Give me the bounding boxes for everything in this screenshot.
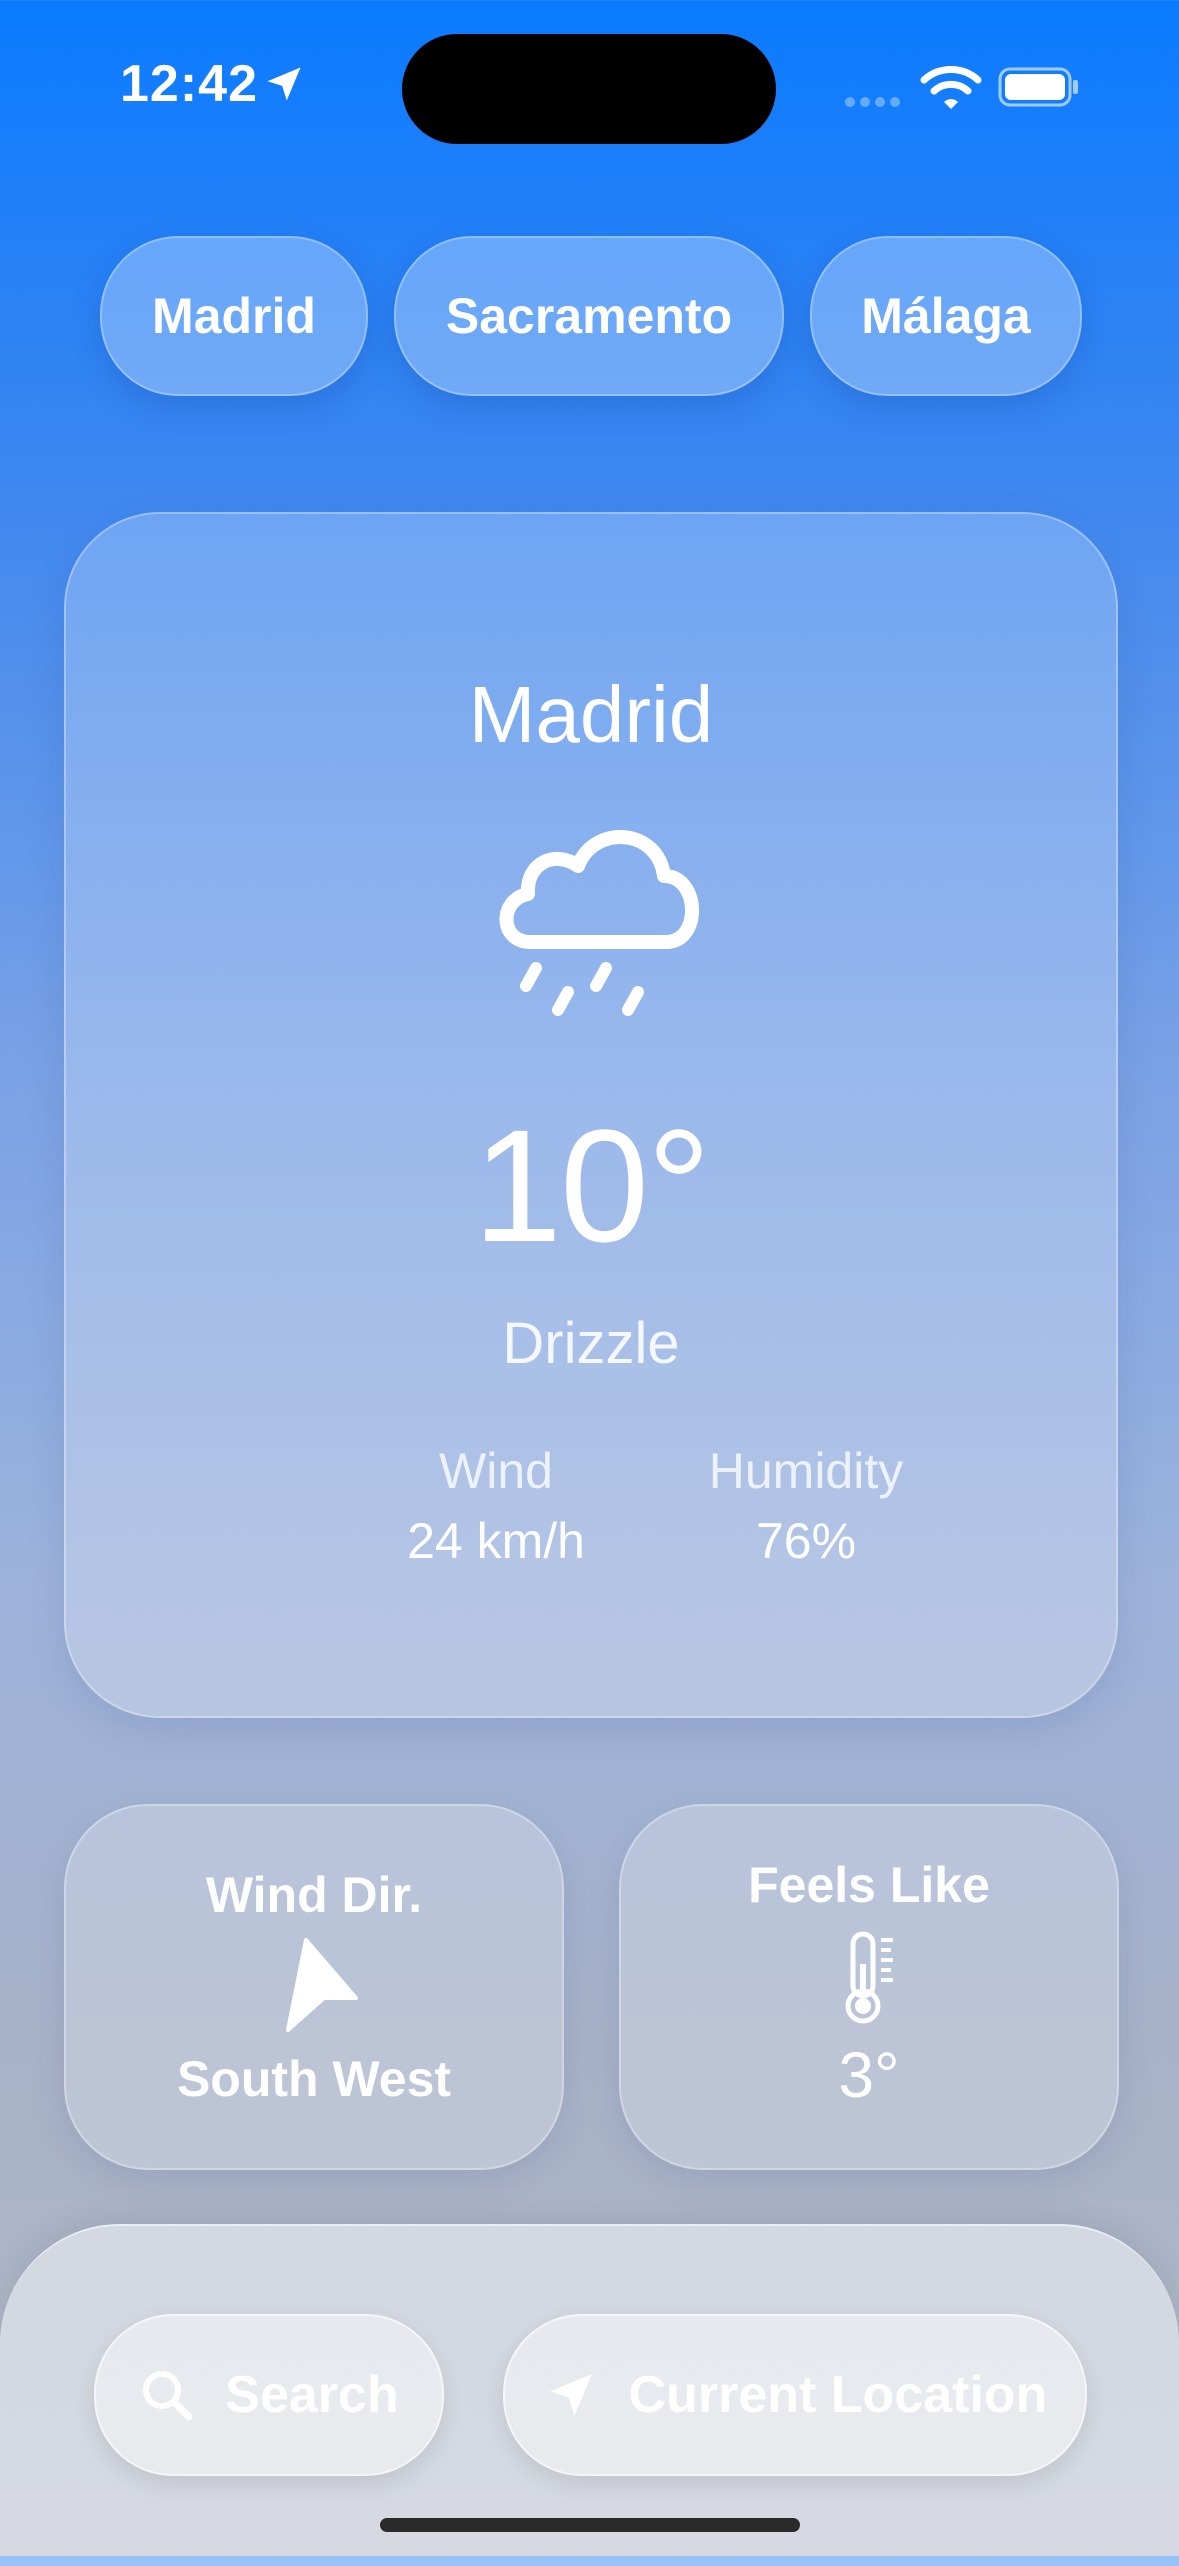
humidity-stat: Humidity 76% xyxy=(636,1442,976,1570)
location-arrow-icon xyxy=(549,2374,592,2416)
wind-value: 24 km/h xyxy=(407,1513,585,1569)
cellular-signal-icon xyxy=(845,94,905,112)
status-bar: 12:42 xyxy=(0,0,1179,170)
wind-direction-title: Wind Dir. xyxy=(205,1867,423,1923)
city-selector: Madrid Sacramento Málaga xyxy=(0,236,1179,396)
wind-label: Wind xyxy=(439,1443,553,1499)
city-name: Madrid xyxy=(468,670,714,759)
location-arrow-icon xyxy=(267,67,301,101)
city-chip-madrid[interactable]: Madrid xyxy=(100,236,368,396)
magnifier-icon xyxy=(143,2371,193,2421)
city-chip-malaga[interactable]: Málaga xyxy=(810,236,1082,396)
humidity-value: 76% xyxy=(755,1513,857,1569)
temperature: 10° xyxy=(473,1096,711,1275)
cloud-rain-icon xyxy=(499,830,699,1016)
battery-icon xyxy=(998,67,1078,107)
home-indicator[interactable] xyxy=(380,2518,800,2532)
direction-arrow-icon xyxy=(286,1938,358,2032)
dynamic-island xyxy=(402,34,776,144)
wifi-icon xyxy=(920,66,982,109)
wind-stat: Wind 24 km/h xyxy=(326,1442,666,1570)
thermometer-icon xyxy=(845,1931,893,2024)
current-weather-card: Madrid 10° Drizzle Wind 24 km/h Humidity… xyxy=(64,512,1118,1718)
status-time: 12:42 xyxy=(120,55,258,113)
search-label: Search xyxy=(225,2366,399,2424)
current-location-button[interactable]: Current Location xyxy=(503,2314,1087,2476)
feels-like-tile: Feels Like 3° xyxy=(619,1804,1119,2170)
feels-like-value: 3° xyxy=(838,2039,900,2111)
current-location-label: Current Location xyxy=(628,2366,1048,2424)
search-button[interactable]: Search xyxy=(94,2314,444,2476)
weather-condition: Drizzle xyxy=(502,1311,680,1376)
humidity-label: Humidity xyxy=(708,1443,904,1499)
wind-direction-value: South West xyxy=(176,2051,452,2107)
city-chip-sacramento[interactable]: Sacramento xyxy=(394,236,784,396)
feels-like-title: Feels Like xyxy=(748,1857,990,1913)
wind-direction-tile: Wind Dir. South West xyxy=(64,1804,564,2170)
